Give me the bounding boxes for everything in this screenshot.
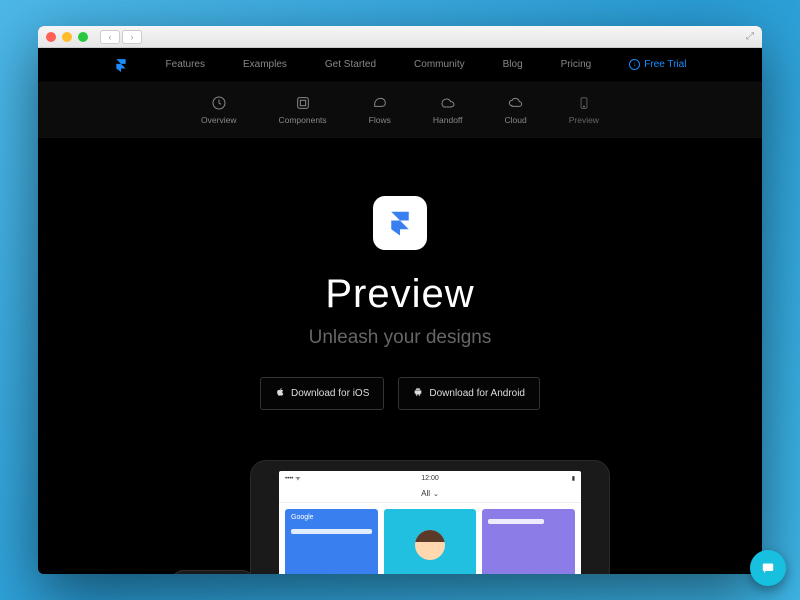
phone-mockup [170,570,256,574]
download-android-button[interactable]: Download for Android [398,377,540,410]
secondary-nav: Overview Components Flows Handoff Cloud … [38,82,762,138]
apple-icon [275,386,285,401]
card-google: Google [285,509,378,574]
subnav-label: Cloud [505,115,527,125]
tablet-time: 12:00 [421,475,439,482]
button-label: Download for iOS [291,388,369,399]
components-icon [295,95,311,111]
tablet-screen: •••• ᯤ 12:00 ▮ All ⌄ Google [279,471,581,574]
subnav-cloud[interactable]: Cloud [505,95,527,125]
page-subtitle: Unleash your designs [309,327,492,349]
handoff-icon [440,95,456,111]
framer-logo-icon[interactable] [114,58,128,72]
nav-blog[interactable]: Blog [503,59,523,70]
chevron-down-icon: ⌄ [433,490,439,498]
primary-nav: Features Examples Get Started Community … [38,48,762,82]
page-content: Features Examples Get Started Community … [38,48,762,574]
page-title: Preview [325,272,474,317]
minimize-icon[interactable] [62,32,72,42]
resize-icon: ⤢ [746,31,754,42]
placeholder-bar [488,519,544,524]
zoom-icon[interactable] [78,32,88,42]
flows-icon [372,95,388,111]
hero-section: Preview Unleash your designs Download fo… [38,138,762,410]
nav-pricing[interactable]: Pricing [561,59,592,70]
nav-features[interactable]: Features [166,59,205,70]
download-ios-button[interactable]: Download for iOS [260,377,384,410]
nav-examples[interactable]: Examples [243,59,287,70]
browser-window: ‹ › ⤢ Features Examples Get Started Comm… [38,26,762,574]
cta-label: Free Trial [644,59,686,70]
search-bar [291,529,372,534]
card-purple [482,509,575,574]
button-label: Download for Android [429,388,525,399]
download-ring-icon: ↓ [629,59,640,70]
card-label: Google [285,509,378,526]
card-avatar [384,509,477,574]
free-trial-button[interactable]: ↓ Free Trial [629,59,686,70]
tablet-cards: Google [279,503,581,574]
subnav-label: Handoff [433,115,463,125]
overview-icon [211,95,227,111]
chat-widget-button[interactable] [750,550,786,586]
nav-community[interactable]: Community [414,59,465,70]
traffic-lights [46,32,88,42]
subnav-overview[interactable]: Overview [201,95,236,125]
tablet-statusbar: •••• ᯤ 12:00 ▮ [279,471,581,485]
avatar-illustration [415,530,445,560]
forward-button[interactable]: › [122,30,142,44]
subnav-components[interactable]: Components [278,95,326,125]
subnav-handoff[interactable]: Handoff [433,95,463,125]
subnav-preview[interactable]: Preview [569,95,599,125]
device-mockups: •••• ᯤ 12:00 ▮ All ⌄ Google [38,460,762,574]
tablet-mockup: •••• ᯤ 12:00 ▮ All ⌄ Google [250,460,610,574]
battery-icon: ▮ [572,475,575,482]
nav-buttons: ‹ › [100,30,142,44]
app-icon [373,196,427,250]
tablet-tabbar: All ⌄ [279,485,581,503]
cloud-icon [508,95,524,111]
window-titlebar: ‹ › ⤢ [38,26,762,48]
subnav-label: Preview [569,115,599,125]
download-row: Download for iOS Download for Android [260,377,540,410]
phone-icon [576,95,592,111]
close-icon[interactable] [46,32,56,42]
nav-get-started[interactable]: Get Started [325,59,376,70]
back-button[interactable]: ‹ [100,30,120,44]
subnav-label: Components [278,115,326,125]
tab-label: All [421,489,430,498]
subnav-flows[interactable]: Flows [369,95,391,125]
signal-icon: •••• ᯤ [285,474,301,482]
subnav-label: Overview [201,115,236,125]
android-icon [413,386,423,401]
subnav-label: Flows [369,115,391,125]
